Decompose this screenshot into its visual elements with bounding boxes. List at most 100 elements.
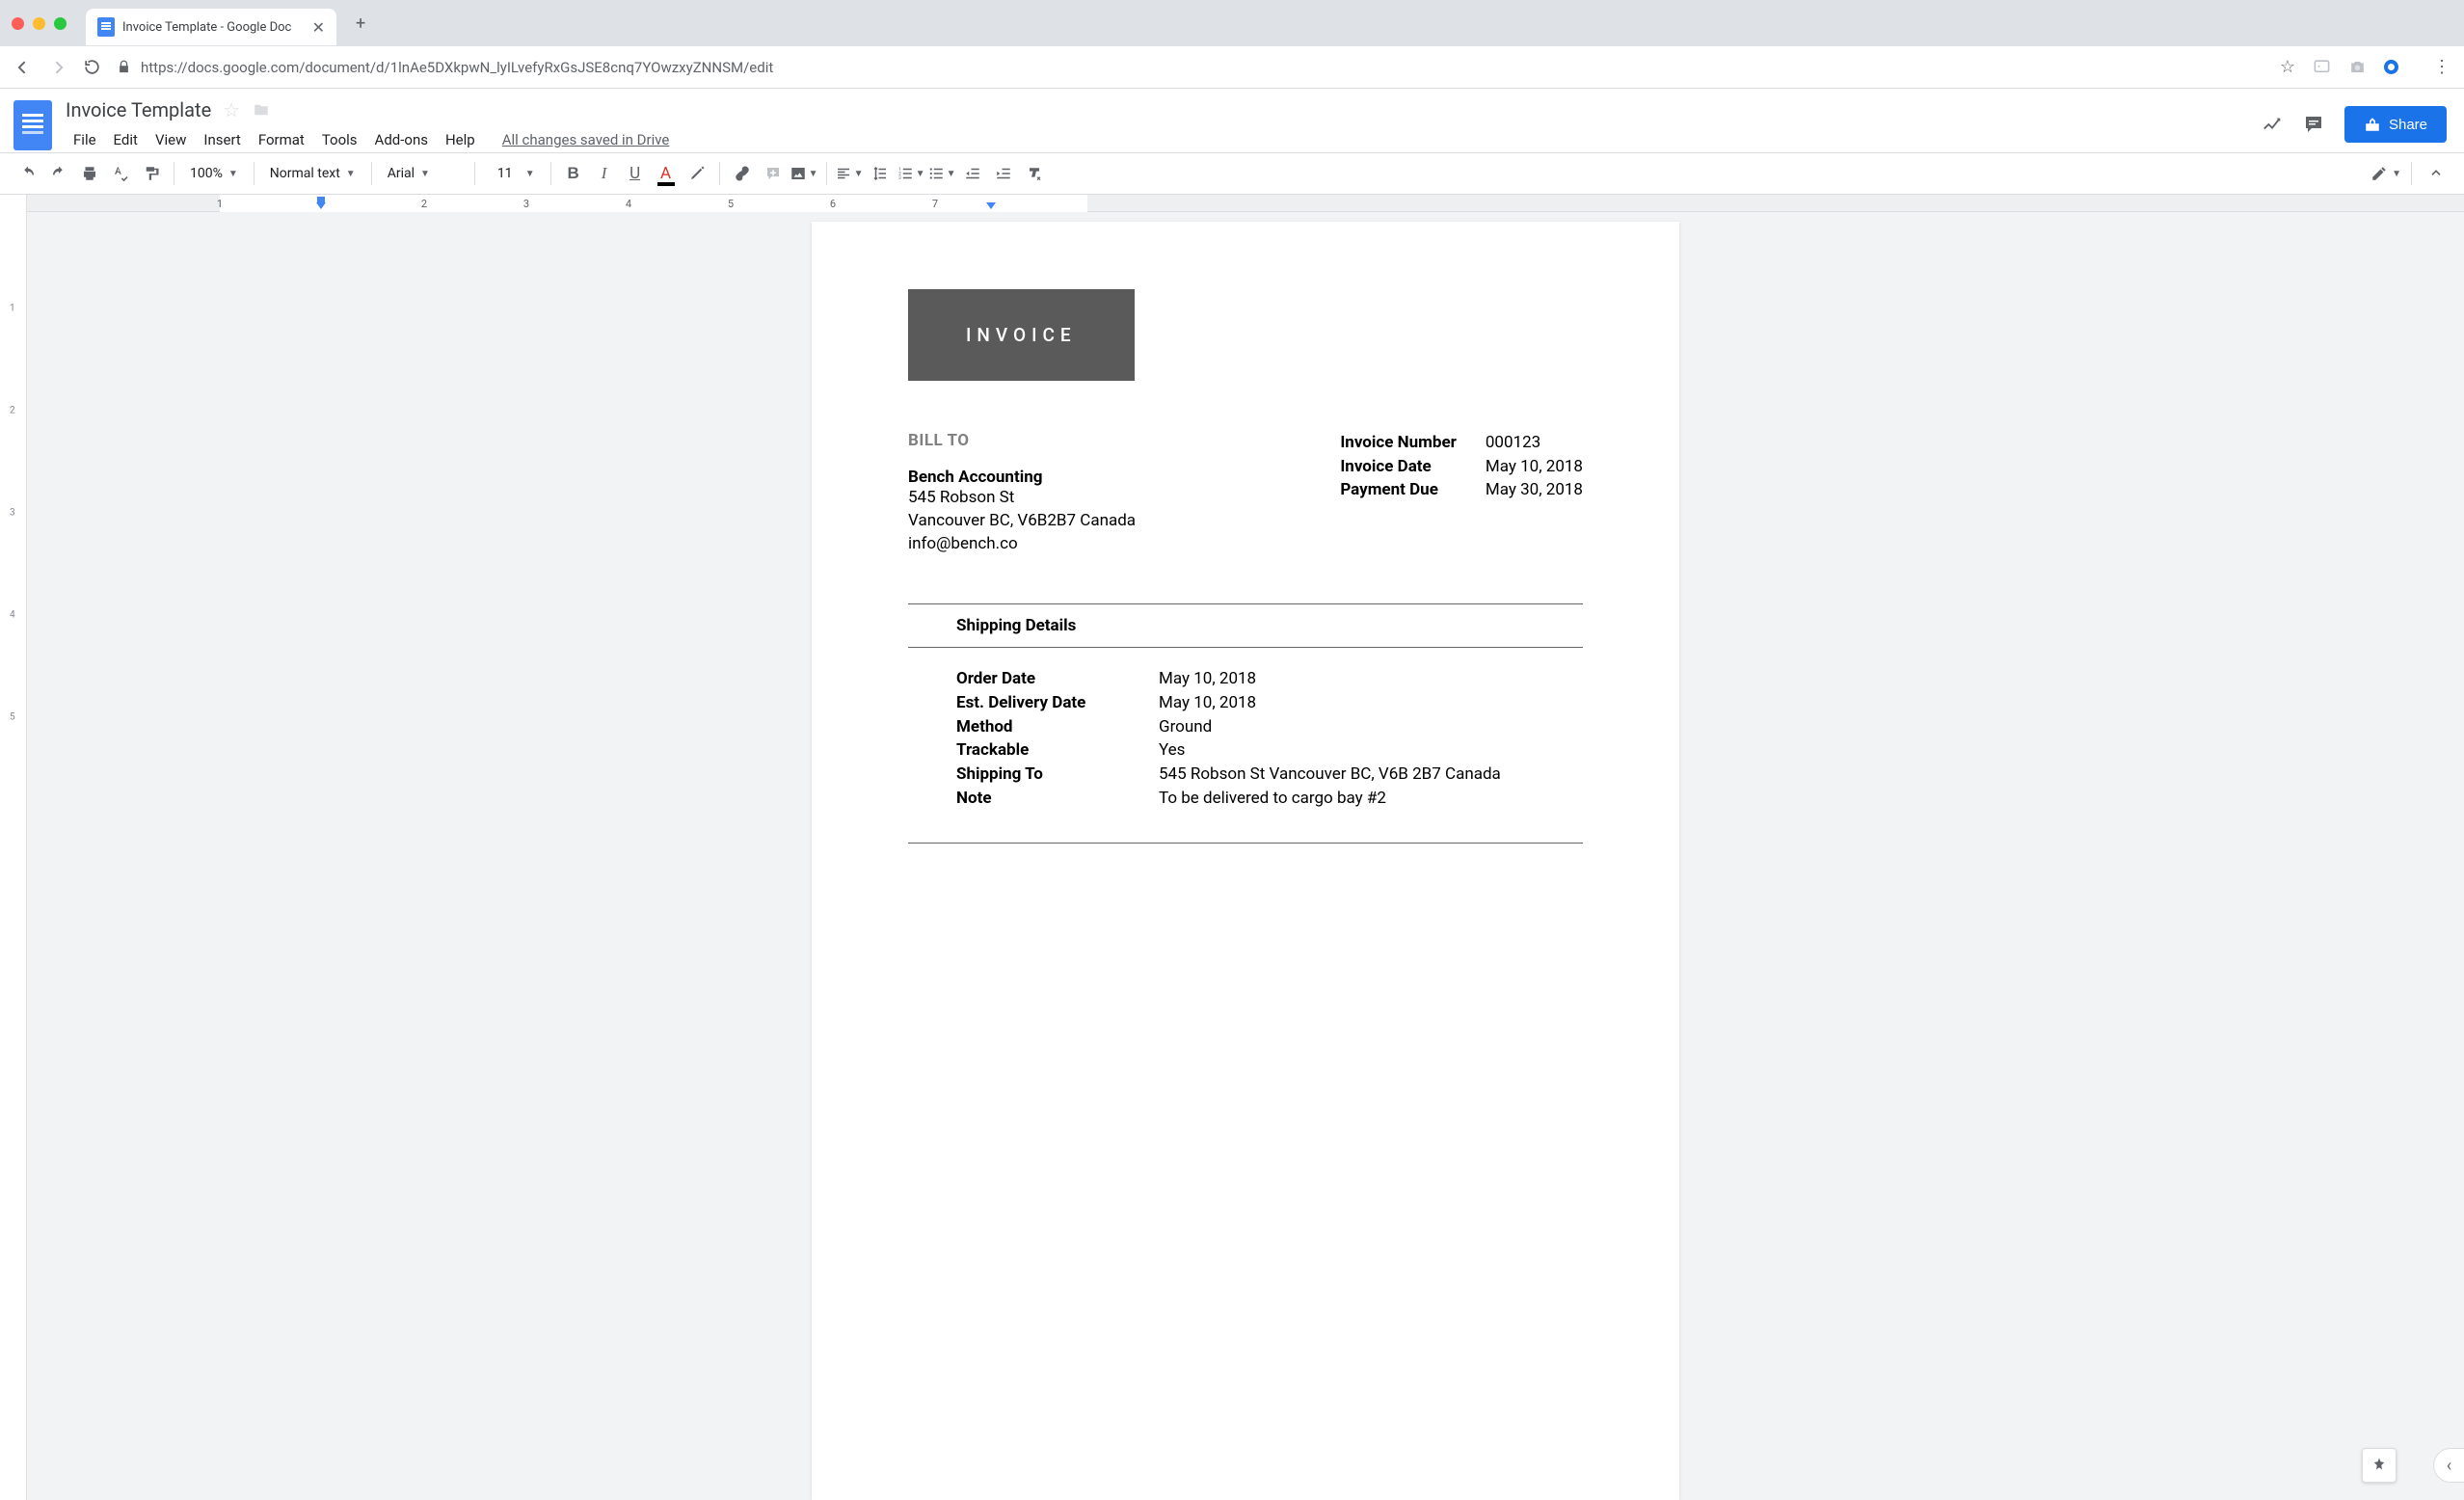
payment-due-value: May 30, 2018 <box>1486 478 1583 502</box>
back-button[interactable] <box>13 58 33 77</box>
align-button[interactable]: ▼ <box>835 159 864 188</box>
menu-view[interactable]: View <box>147 127 194 152</box>
order-date-label: Order Date <box>956 667 1130 691</box>
print-button[interactable] <box>75 159 104 188</box>
collapse-toolbar-button[interactable] <box>2422 159 2451 188</box>
docs-favicon-icon <box>97 17 115 37</box>
menu-edit[interactable]: Edit <box>106 127 146 152</box>
right-indent-marker[interactable] <box>986 202 996 209</box>
translate-icon[interactable] <box>2313 58 2331 76</box>
undo-button[interactable] <box>13 159 42 188</box>
docs-header: Invoice Template ☆ File Edit View Insert… <box>0 89 2464 152</box>
star-document-button[interactable]: ☆ <box>223 98 240 121</box>
menu-bar: File Edit View Insert Format Tools Add-o… <box>66 127 2248 152</box>
editing-mode-button[interactable]: ▼ <box>2370 159 2401 188</box>
paint-format-button[interactable] <box>137 159 166 188</box>
share-button-label: Share <box>2389 117 2427 133</box>
zoom-select[interactable]: 100% ▼ <box>182 166 246 181</box>
order-date-value: May 10, 2018 <box>1159 667 1501 691</box>
spellcheck-button[interactable] <box>106 159 135 188</box>
chevron-down-icon: ▼ <box>525 169 535 179</box>
clear-formatting-button[interactable] <box>1020 159 1049 188</box>
chevron-down-icon: ▼ <box>228 169 238 179</box>
menu-format[interactable]: Format <box>251 127 312 152</box>
menu-tools[interactable]: Tools <box>314 127 365 152</box>
vertical-ruler[interactable]: 1 2 3 4 5 <box>0 212 27 1500</box>
invoice-date-label: Invoice Date <box>1340 455 1457 479</box>
numbered-list-button[interactable]: 123▼ <box>897 159 925 188</box>
tab-close-button[interactable]: ✕ <box>312 18 325 37</box>
bulleted-list-button[interactable]: ▼ <box>927 159 956 188</box>
ship-to-label: Shipping To <box>956 763 1130 787</box>
document-canvas: 1 2 3 4 5 INVOICE BILL TO Bench Accounti… <box>0 212 2464 1500</box>
ship-to-value: 545 Robson St Vancouver BC, V6B 2B7 Cana… <box>1159 763 1501 787</box>
address-bar[interactable]: https://docs.google.com/document/d/1lnAe… <box>117 59 2264 76</box>
close-window-button[interactable] <box>12 17 24 30</box>
window-controls <box>12 17 67 30</box>
save-status[interactable]: All changes saved in Drive <box>495 127 678 152</box>
left-indent-marker[interactable] <box>316 202 326 209</box>
explore-button[interactable] <box>2362 1448 2397 1483</box>
increase-indent-button[interactable] <box>989 159 1018 188</box>
trackable-value: Yes <box>1159 738 1501 763</box>
new-tab-button[interactable]: + <box>356 13 365 34</box>
ruler-area: 1 · 2 3 4 5 6 7 <box>0 195 2464 212</box>
bookmark-star-icon[interactable]: ☆ <box>2280 57 2295 77</box>
share-button[interactable]: Share <box>2344 106 2447 143</box>
menu-help[interactable]: Help <box>438 127 483 152</box>
insert-link-button[interactable] <box>728 159 757 188</box>
tab-title: Invoice Template - Google Doc <box>122 20 305 35</box>
lock-icon <box>117 60 131 74</box>
note-value: To be delivered to cargo bay #2 <box>1159 787 1501 811</box>
profile-indicator-icon[interactable] <box>2384 60 2398 74</box>
browser-menu-button[interactable]: ⋮ <box>2433 57 2451 77</box>
font-select[interactable]: Arial ▼ <box>380 166 467 181</box>
trackable-label: Trackable <box>956 738 1130 763</box>
move-folder-button[interactable] <box>252 101 271 119</box>
bold-button[interactable]: B <box>559 159 588 188</box>
underline-button[interactable]: U <box>621 159 650 188</box>
document-page[interactable]: INVOICE BILL TO Bench Accounting 545 Rob… <box>812 222 1679 1500</box>
comments-icon[interactable] <box>2302 113 2325 136</box>
payment-due-label: Payment Due <box>1340 478 1457 502</box>
maximize-window-button[interactable] <box>54 17 67 30</box>
minimize-window-button[interactable] <box>33 17 45 30</box>
camera-icon[interactable] <box>2348 58 2367 76</box>
insert-comment-button[interactable] <box>759 159 788 188</box>
horizontal-ruler[interactable]: 1 · 2 3 4 5 6 7 <box>27 195 2464 212</box>
bill-to-heading: BILL TO <box>908 431 1340 450</box>
highlight-button[interactable] <box>683 159 711 188</box>
menu-addons[interactable]: Add-ons <box>367 127 436 152</box>
browser-chrome: Invoice Template - Google Doc ✕ + https:… <box>0 0 2464 89</box>
company-name: Bench Accounting <box>908 468 1340 487</box>
invoice-number-value: 000123 <box>1486 431 1583 455</box>
invoice-badge: INVOICE <box>908 289 1135 381</box>
address-bar-row: https://docs.google.com/document/d/1lnAe… <box>0 46 2464 89</box>
invoice-date-value: May 10, 2018 <box>1486 455 1583 479</box>
line-spacing-button[interactable] <box>866 159 895 188</box>
italic-button[interactable]: I <box>590 159 619 188</box>
decrease-indent-button[interactable] <box>958 159 987 188</box>
reload-button[interactable] <box>83 58 101 76</box>
note-label: Note <box>956 787 1130 811</box>
delivery-date-value: May 10, 2018 <box>1159 691 1501 715</box>
font-size-select[interactable]: 11 ▼ <box>483 166 543 181</box>
browser-tab[interactable]: Invoice Template - Google Doc ✕ <box>86 9 336 45</box>
text-color-button[interactable]: A <box>652 159 681 188</box>
method-label: Method <box>956 715 1130 739</box>
document-title[interactable]: Invoice Template <box>66 98 211 121</box>
svg-text:3: 3 <box>898 175 901 181</box>
paragraph-style-select[interactable]: Normal text ▼ <box>262 166 363 181</box>
insert-image-button[interactable]: ▼ <box>790 159 818 188</box>
menu-insert[interactable]: Insert <box>196 127 248 152</box>
redo-button[interactable] <box>44 159 73 188</box>
forward-button[interactable] <box>48 58 67 77</box>
email: info@bench.co <box>908 533 1340 556</box>
address-line-1: 545 Robson St <box>908 487 1340 510</box>
menu-file[interactable]: File <box>66 127 104 152</box>
side-panel-toggle[interactable]: ‹ <box>2433 1448 2464 1483</box>
url-text: https://docs.google.com/document/d/1lnAe… <box>141 59 773 76</box>
activity-icon[interactable] <box>2262 114 2283 135</box>
address-actions: ☆ ⋮ <box>2280 57 2451 77</box>
docs-logo-icon[interactable] <box>13 100 52 150</box>
